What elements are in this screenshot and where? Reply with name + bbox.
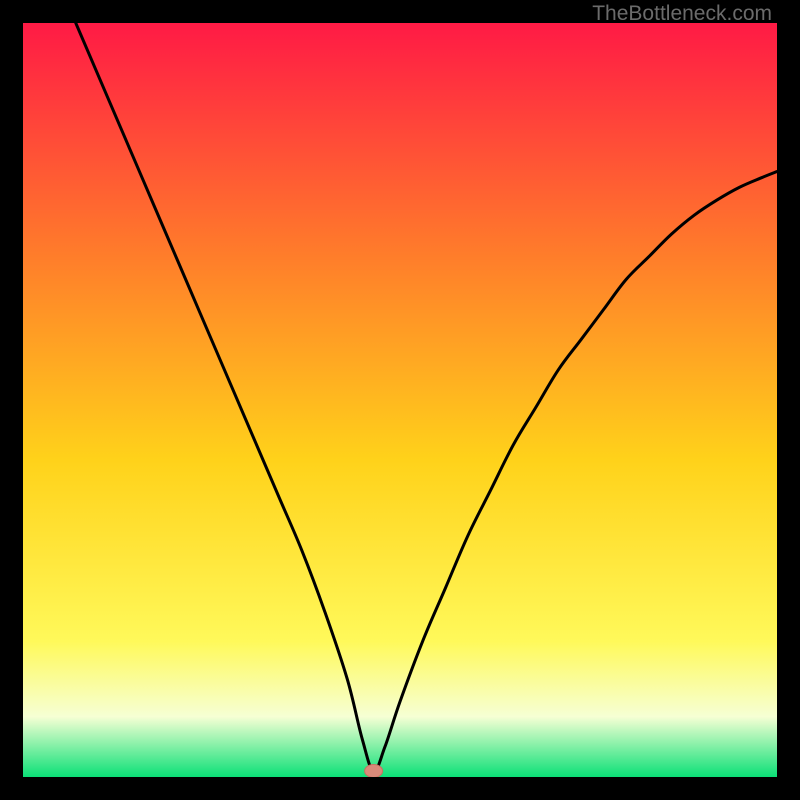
chart-svg (23, 23, 777, 777)
gradient-background (23, 23, 777, 777)
chart-frame: TheBottleneck.com (0, 0, 800, 800)
plot-area (23, 23, 777, 777)
optimum-marker (365, 764, 383, 777)
